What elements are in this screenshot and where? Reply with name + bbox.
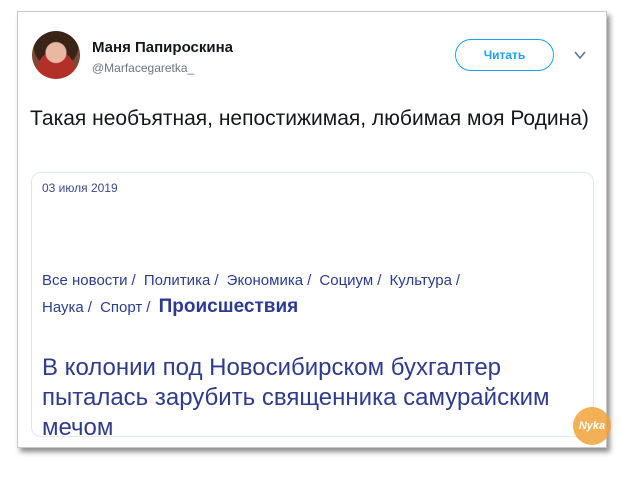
news-date: 03 июля 2019 <box>42 181 118 195</box>
nav-item: Социум <box>319 272 374 289</box>
follow-button[interactable]: Читать <box>455 39 554 71</box>
nav-item: Политика <box>143 272 211 289</box>
nav-item: Все новости <box>42 272 128 289</box>
watermark-logo: Nyka <box>573 407 611 445</box>
avatar[interactable] <box>32 31 80 79</box>
tweet-text: Такая необъятная, непостижимая, любимая … <box>30 107 589 130</box>
news-nav: Все новости / Политика / Экономика / Социум… <box>42 272 461 317</box>
nav-item: Наука <box>42 299 84 316</box>
nav-item: Культура <box>389 272 452 289</box>
tweet-media[interactable]: 03 июля 2019 Все новости / Политика / Экон… <box>31 172 594 437</box>
news-headline: В колонии под Новосибирском бухгалтер пы… <box>42 354 550 437</box>
nav-item: Спорт <box>100 299 143 316</box>
nav-item: Экономика <box>226 272 304 289</box>
tweet-card: Маня Папироскина @Marfacegaretka_ Читать… <box>17 11 611 448</box>
author-handle[interactable]: @Marfacegaretka_ <box>92 61 194 75</box>
nav-item-active: Происшествия <box>158 296 299 317</box>
author-name[interactable]: Маня Папироскина <box>92 39 233 56</box>
chevron-down-icon[interactable] <box>573 48 587 62</box>
